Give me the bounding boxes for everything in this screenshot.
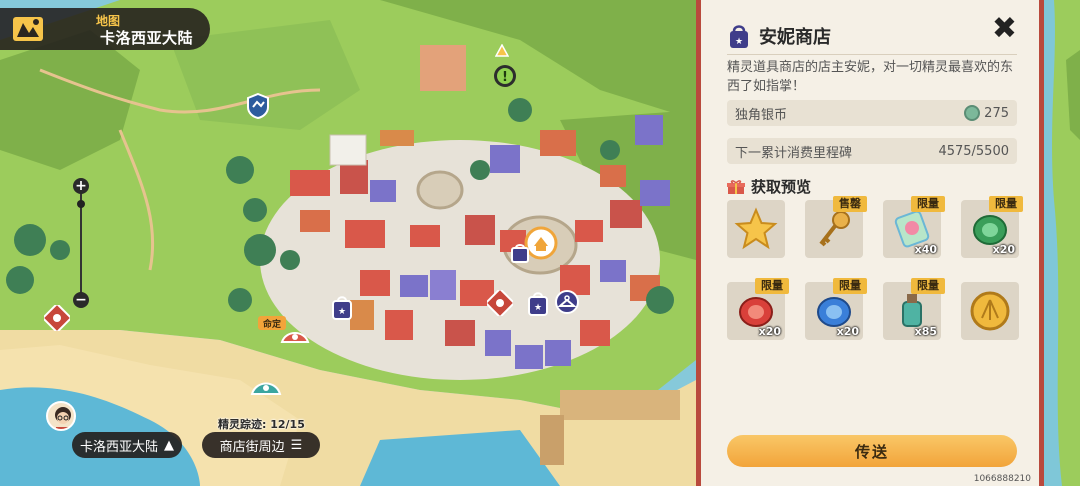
star-icon [734, 207, 778, 250]
sold-out-tag: 售罄 [833, 196, 867, 212]
svg-text:★: ★ [534, 303, 542, 313]
currency-label: 独角银币 [735, 107, 788, 123]
zoom-slider[interactable]: + − [70, 178, 92, 308]
preview-title: 获取预览 [751, 178, 812, 196]
zoom-in-button[interactable]: + [73, 178, 89, 194]
header-divider [727, 54, 1017, 55]
waypoint-shield-icon[interactable] [245, 93, 271, 119]
zoom-out-button[interactable]: − [73, 292, 89, 308]
key-icon [819, 211, 850, 247]
currency-value: 275 [984, 105, 1009, 121]
limited-tag: 限量 [755, 278, 789, 294]
svg-text:!: ! [502, 70, 508, 85]
item-quantity: x20 [758, 325, 781, 338]
close-button[interactable]: ✖ [992, 14, 1017, 44]
preview-item[interactable]: 限量 x20 [961, 196, 1023, 258]
item-quantity: x20 [836, 325, 859, 338]
preview-item[interactable]: 售罄 [805, 196, 867, 258]
limited-tag: 限量 [911, 278, 945, 294]
item-quantity: x40 [914, 243, 937, 256]
shop-bag-icon[interactable]: ★ [329, 294, 355, 320]
map-logo-icon [13, 17, 43, 41]
milestone-value: 4575/5500 [938, 143, 1009, 159]
preview-item[interactable]: 限量 x20 [805, 278, 867, 340]
direction-arrow-icon [495, 44, 509, 58]
shop-description: 精灵道具商店的店主安妮，对一切精灵最喜欢的东西了如指掌！ [727, 60, 1014, 94]
shop-header: ★ 安妮商店 [729, 22, 831, 50]
map-edge-water [1044, 0, 1080, 486]
list-icon: ☰ [290, 437, 303, 453]
shop-bag-icon: ★ [730, 25, 748, 48]
limited-tag: 限量 [833, 278, 867, 294]
teleport-button[interactable]: 传送 [727, 435, 1017, 467]
area-list-label: 商店街周边 [219, 439, 285, 455]
triangle-up-icon: ▲ [164, 437, 174, 453]
limited-tag: 限量 [989, 196, 1023, 212]
limited-tag: 限量 [911, 196, 945, 212]
svg-text:★: ★ [338, 307, 346, 317]
svg-text:★: ★ [735, 37, 743, 47]
preview-item[interactable] [961, 282, 1019, 340]
shop-bag-icon[interactable]: ★ [525, 290, 551, 316]
player-avatar[interactable] [46, 401, 76, 431]
shop-panel: ★ 安妮商店 ✖ 精灵道具商店的店主安妮，对一切精灵最喜欢的东西了如指掌！ 独角… [696, 0, 1044, 486]
preview-item[interactable]: 限量 x85 [883, 278, 945, 340]
spirit-nest-icon[interactable] [248, 372, 284, 400]
clothes-hanger-icon[interactable] [554, 289, 580, 315]
map-title-badge[interactable]: 地图 卡洛西亚大陆 [0, 8, 210, 50]
shop-location-icon[interactable] [487, 290, 513, 316]
preview-item[interactable] [727, 200, 785, 258]
shop-location-icon[interactable] [44, 305, 70, 331]
milestone-row[interactable]: 下一累计消费里程碑 4575/5500 [727, 138, 1017, 164]
destined-tag: 命定 [258, 316, 286, 330]
gold-shell-coin-icon [970, 291, 1010, 331]
region-selector-button[interactable]: 卡洛西亚大陆 ▲ [72, 432, 182, 458]
map-title-region: 卡洛西亚大陆 [100, 29, 194, 47]
map-terrain [0, 0, 696, 486]
quest-marker-icon[interactable]: ! [492, 63, 518, 89]
region-selector-label: 卡洛西亚大陆 [79, 439, 158, 455]
gift-icon [727, 179, 745, 194]
item-quantity: x85 [914, 325, 937, 338]
currency-row: 独角银币 275 [727, 100, 1017, 126]
shop-title: 安妮商店 [759, 27, 831, 48]
milestone-label: 下一累计消费里程碑 [735, 145, 853, 161]
player-uid: 1066888210 [973, 474, 1031, 484]
preview-item[interactable]: 限量 x40 [883, 196, 945, 258]
unicorn-coin-icon [964, 105, 981, 121]
zoom-knob[interactable] [77, 200, 85, 208]
area-list-button[interactable]: 商店街周边 ☰ [202, 432, 320, 458]
preview-item[interactable]: 限量 x20 [727, 278, 789, 340]
sprite-trace-counter: 精灵踪迹: 12/15 [218, 418, 305, 431]
item-quantity: x20 [992, 243, 1015, 256]
preview-heading: 获取预览 [727, 176, 811, 197]
shop-bag-icon[interactable] [510, 242, 530, 264]
